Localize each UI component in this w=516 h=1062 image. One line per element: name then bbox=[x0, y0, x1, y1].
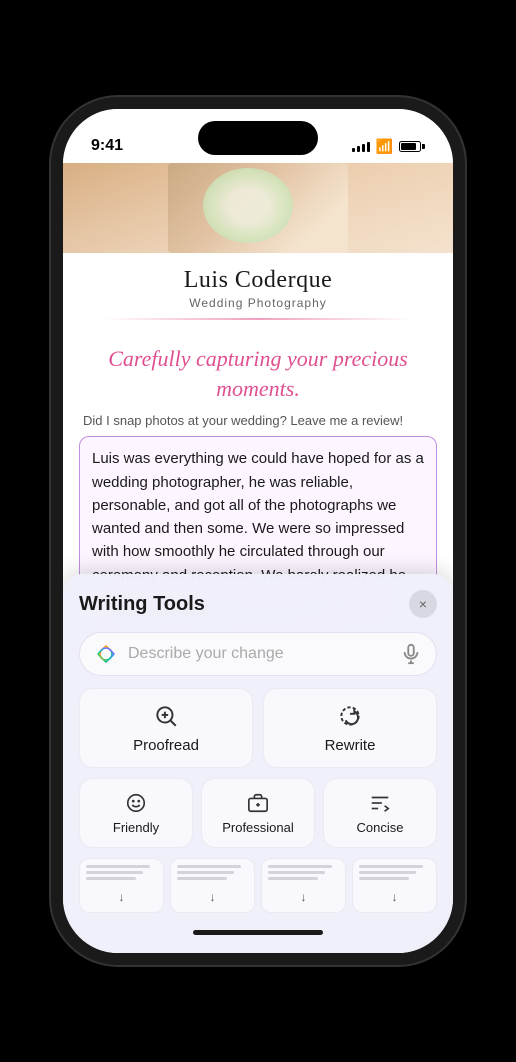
proofread-label: Proofread bbox=[133, 737, 199, 754]
friendly-button[interactable]: Friendly bbox=[79, 778, 193, 848]
signal-bars-icon bbox=[352, 142, 370, 152]
concise-button[interactable]: Concise bbox=[323, 778, 437, 848]
header-divider bbox=[103, 318, 413, 320]
professional-icon bbox=[247, 792, 269, 814]
proofread-icon bbox=[153, 703, 179, 729]
tools-row-primary: Proofread Rewrite bbox=[79, 688, 437, 768]
close-button[interactable]: × bbox=[409, 590, 437, 618]
card-lines-1 bbox=[86, 865, 157, 883]
concise-icon bbox=[369, 792, 391, 814]
bottom-card-4[interactable]: ↓ bbox=[352, 858, 437, 913]
describe-bar[interactable]: Describe your change bbox=[79, 632, 437, 676]
phone-shell: 9:41 📶 Luis Coder bbox=[63, 109, 453, 953]
tools-row-secondary: Friendly Professional bbox=[79, 778, 437, 848]
site-subtitle: Wedding Photography bbox=[83, 296, 433, 310]
rewrite-button[interactable]: Rewrite bbox=[263, 688, 437, 768]
page-content: Luis Coderque Wedding Photography Carefu… bbox=[63, 163, 453, 953]
home-bar bbox=[193, 930, 323, 935]
writing-tools-title: Writing Tools bbox=[79, 593, 205, 616]
bottom-card-1[interactable]: ↓ bbox=[79, 858, 164, 913]
status-bar: 9:41 📶 bbox=[63, 109, 453, 163]
card-arrow-3: ↓ bbox=[301, 890, 307, 904]
site-title: Luis Coderque bbox=[83, 267, 433, 294]
site-header: Luis Coderque Wedding Photography bbox=[63, 253, 453, 328]
bottom-card-3[interactable]: ↓ bbox=[261, 858, 346, 913]
concise-label: Concise bbox=[357, 820, 404, 835]
microphone-icon[interactable] bbox=[400, 643, 422, 665]
proofread-button[interactable]: Proofread bbox=[79, 688, 253, 768]
rewrite-label: Rewrite bbox=[325, 737, 376, 754]
home-indicator bbox=[79, 913, 437, 943]
friendly-icon bbox=[125, 792, 147, 814]
bottom-card-2[interactable]: ↓ bbox=[170, 858, 255, 913]
signal-bar-2 bbox=[357, 146, 360, 152]
card-arrow-1: ↓ bbox=[119, 890, 125, 904]
professional-button[interactable]: Professional bbox=[201, 778, 315, 848]
friendly-label: Friendly bbox=[113, 820, 159, 835]
dynamic-island bbox=[198, 121, 318, 155]
hero-image bbox=[63, 163, 453, 253]
wifi-icon: 📶 bbox=[376, 138, 393, 155]
bottom-cards-row: ↓ ↓ ↓ bbox=[79, 858, 437, 913]
status-time: 9:41 bbox=[91, 137, 123, 155]
card-arrow-4: ↓ bbox=[392, 890, 398, 904]
describe-placeholder: Describe your change bbox=[128, 645, 390, 663]
card-lines-2 bbox=[177, 865, 248, 883]
card-lines-3 bbox=[268, 865, 339, 883]
review-prompt: Did I snap photos at your wedding? Leave… bbox=[63, 413, 453, 436]
signal-bar-4 bbox=[367, 142, 370, 152]
writing-tools-panel: Writing Tools × bbox=[63, 574, 453, 953]
card-lines-4 bbox=[359, 865, 430, 883]
battery-icon bbox=[399, 141, 425, 152]
rewrite-icon bbox=[337, 703, 363, 729]
status-icons: 📶 bbox=[352, 138, 425, 155]
professional-label: Professional bbox=[222, 820, 294, 835]
card-arrow-2: ↓ bbox=[210, 890, 216, 904]
writing-tools-header: Writing Tools × bbox=[79, 590, 437, 618]
signal-bar-3 bbox=[362, 144, 365, 152]
signal-bar-1 bbox=[352, 148, 355, 152]
apple-intelligence-icon bbox=[94, 642, 118, 666]
tagline: Carefully capturing your precious moment… bbox=[63, 328, 453, 413]
